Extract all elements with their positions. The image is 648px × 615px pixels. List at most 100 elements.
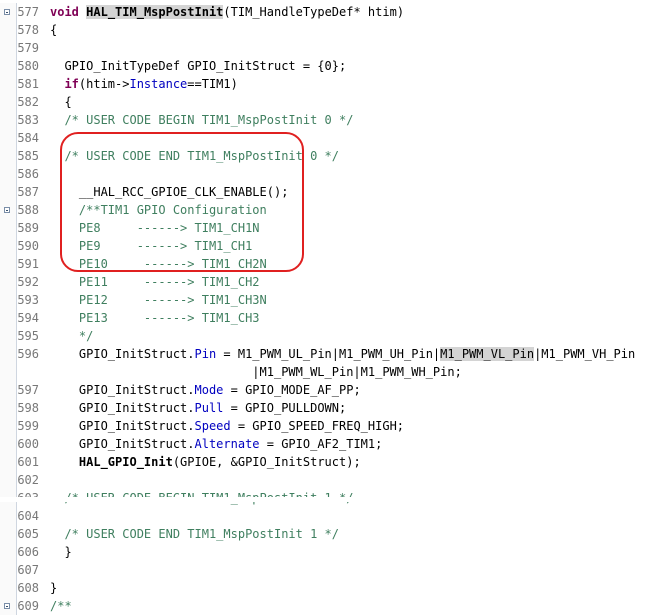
comment: /* USER CODE BEGIN TIM1_MspPostInit 0 */	[64, 113, 354, 127]
line-number: 594	[17, 311, 39, 325]
code-line[interactable]: 585 /* USER CODE END TIM1_MspPostInit 0 …	[0, 147, 648, 165]
code-line[interactable]: 591 PE10 ------> TIM1_CH2N	[0, 255, 648, 273]
code-text: void HAL_TIM_MspPostInit(TIM_HandleTypeD…	[50, 3, 404, 21]
code-token: GPIO_InitStruct.	[50, 383, 195, 397]
code-text: PE10 ------> TIM1_CH2N	[50, 255, 267, 273]
editor-gutter	[0, 363, 17, 381]
code-line[interactable]: 606 }	[0, 543, 648, 561]
code-line[interactable]: |M1_PWM_WL_Pin|M1_PWM_WH_Pin;	[0, 363, 648, 381]
line-number: 598	[17, 401, 39, 415]
line-number: 590	[17, 239, 39, 253]
code-line[interactable]: 600 GPIO_InitStruct.Alternate = GPIO_AF2…	[0, 435, 648, 453]
code-token: {	[50, 95, 72, 109]
code-token: (TIM_HandleTypeDef* htim)	[223, 5, 405, 19]
code-line[interactable]: 605 /* USER CODE END TIM1_MspPostInit 1 …	[0, 525, 648, 543]
editor-gutter	[0, 543, 17, 561]
code-text: PE9 ------> TIM1_CH1	[50, 237, 252, 255]
editor-gutter	[0, 183, 17, 201]
editor-gutter	[0, 147, 17, 165]
code-text: GPIO_InitStruct.Pin = M1_PWM_UL_Pin|M1_P…	[50, 345, 635, 363]
line-number: 588	[17, 203, 39, 217]
comment: PE12 ------> TIM1_CH3N	[78, 293, 267, 307]
code-line[interactable]: 578 {	[0, 21, 648, 39]
field-name: Mode	[194, 383, 224, 397]
code-line[interactable]: 597 GPIO_InitStruct.Mode = GPIO_MODE_AF_…	[0, 381, 648, 399]
editor-gutter	[0, 309, 17, 327]
fold-toggle-icon[interactable]	[4, 207, 10, 213]
comment: PE13 ------> TIM1_CH3	[78, 311, 260, 325]
code-token: (htim->	[78, 77, 130, 91]
code-token: ==TIM1)	[187, 77, 238, 91]
editor-gutter	[0, 273, 17, 291]
code-line[interactable]: 596 GPIO_InitStruct.Pin = M1_PWM_UL_Pin|…	[0, 345, 648, 363]
editor-gutter	[0, 453, 17, 471]
editor-gutter	[0, 597, 17, 615]
code-line[interactable]: 581 if(htim->Instance==TIM1)	[0, 75, 648, 93]
code-token: GPIO_InitStruct.	[50, 401, 195, 415]
code-line[interactable]: 607	[0, 561, 648, 579]
code-token: }	[50, 545, 72, 559]
code-text: GPIO_InitStruct.Pull = GPIO_PULLDOWN;	[50, 399, 346, 417]
line-number: 593	[17, 293, 39, 307]
code-line[interactable]: 582 {	[0, 93, 648, 111]
editor-gutter	[0, 471, 17, 489]
editor-gutter	[0, 255, 17, 273]
editor-gutter	[0, 21, 17, 39]
code-line[interactable]: 580 GPIO_InitTypeDef GPIO_InitStruct = {…	[0, 57, 648, 75]
code-text: GPIO_InitStruct.Alternate = GPIO_AF2_TIM…	[50, 435, 382, 453]
code-line[interactable]: 590 PE9 ------> TIM1_CH1	[0, 237, 648, 255]
code-line[interactable]: 589 PE8 ------> TIM1_CH1N	[0, 219, 648, 237]
code-line[interactable]: 609 /**	[0, 597, 648, 615]
comment: PE9 ------> TIM1_CH1	[78, 239, 253, 253]
line-number: 608	[17, 581, 39, 595]
code-line[interactable]: 604	[0, 507, 648, 525]
code-line[interactable]: 583 /* USER CODE BEGIN TIM1_MspPostInit …	[0, 111, 648, 129]
code-line[interactable]: 592 PE11 ------> TIM1_CH2	[0, 273, 648, 291]
comment: PE10 ------> TIM1_CH2N	[78, 257, 267, 271]
line-number: 605	[17, 527, 39, 541]
code-line[interactable]: 587 __HAL_RCC_GPIOE_CLK_ENABLE();	[0, 183, 648, 201]
line-number: 578	[17, 23, 39, 37]
editor-gutter	[0, 165, 17, 183]
code-line[interactable]: 601 HAL_GPIO_Init(GPIOE, &GPIO_InitStruc…	[0, 453, 648, 471]
code-text: }	[50, 543, 72, 561]
code-line[interactable]: 579	[0, 39, 648, 57]
code-line[interactable]: 586	[0, 165, 648, 183]
editor-gutter	[0, 75, 17, 93]
code-editor[interactable]: 577 void HAL_TIM_MspPostInit(TIM_HandleTy…	[0, 0, 648, 615]
editor-gutter	[0, 57, 17, 75]
code-text: {	[50, 93, 72, 111]
line-number: 599	[17, 419, 39, 433]
fold-toggle-icon[interactable]	[4, 9, 10, 15]
fold-toggle-icon[interactable]	[4, 603, 10, 609]
comment: /**TIM1 GPIO Configuration	[78, 203, 267, 217]
code-line[interactable]: 599 GPIO_InitStruct.Speed = GPIO_SPEED_F…	[0, 417, 648, 435]
comment: /* USER CODE END TIM1_MspPostInit 0 */	[64, 149, 339, 163]
code-line[interactable]: 577 void HAL_TIM_MspPostInit(TIM_HandleTy…	[0, 3, 648, 21]
code-line[interactable]: 594 PE13 ------> TIM1_CH3	[0, 309, 648, 327]
code-line[interactable]: 584	[0, 129, 648, 147]
line-number: 583	[17, 113, 39, 127]
code-line[interactable]: 595 */	[0, 327, 648, 345]
code-token: GPIO_InitStruct.	[50, 347, 195, 361]
code-line[interactable]: 608}	[0, 579, 648, 597]
field-name: Instance	[129, 77, 188, 91]
code-token: {	[50, 23, 58, 37]
field-name: Pin	[194, 347, 217, 361]
code-line[interactable]: 602	[0, 471, 648, 489]
code-line[interactable]: 598 GPIO_InitStruct.Pull = GPIO_PULLDOWN…	[0, 399, 648, 417]
editor-gutter	[0, 93, 17, 111]
code-token: = M1_PWM_UL_Pin|M1_PWM_UH_Pin|	[216, 347, 441, 361]
editor-gutter	[0, 219, 17, 237]
line-number: 601	[17, 455, 39, 469]
line-number: 580	[17, 59, 39, 73]
editor-bottom-edge	[0, 497, 648, 502]
code-line[interactable]: 593 PE12 ------> TIM1_CH3N	[0, 291, 648, 309]
code-text: /**	[50, 597, 72, 615]
code-text: HAL_GPIO_Init(GPIOE, &GPIO_InitStruct);	[50, 453, 361, 471]
code-line[interactable]: 588 /**TIM1 GPIO Configuration	[0, 201, 648, 219]
code-token: }	[50, 581, 58, 595]
